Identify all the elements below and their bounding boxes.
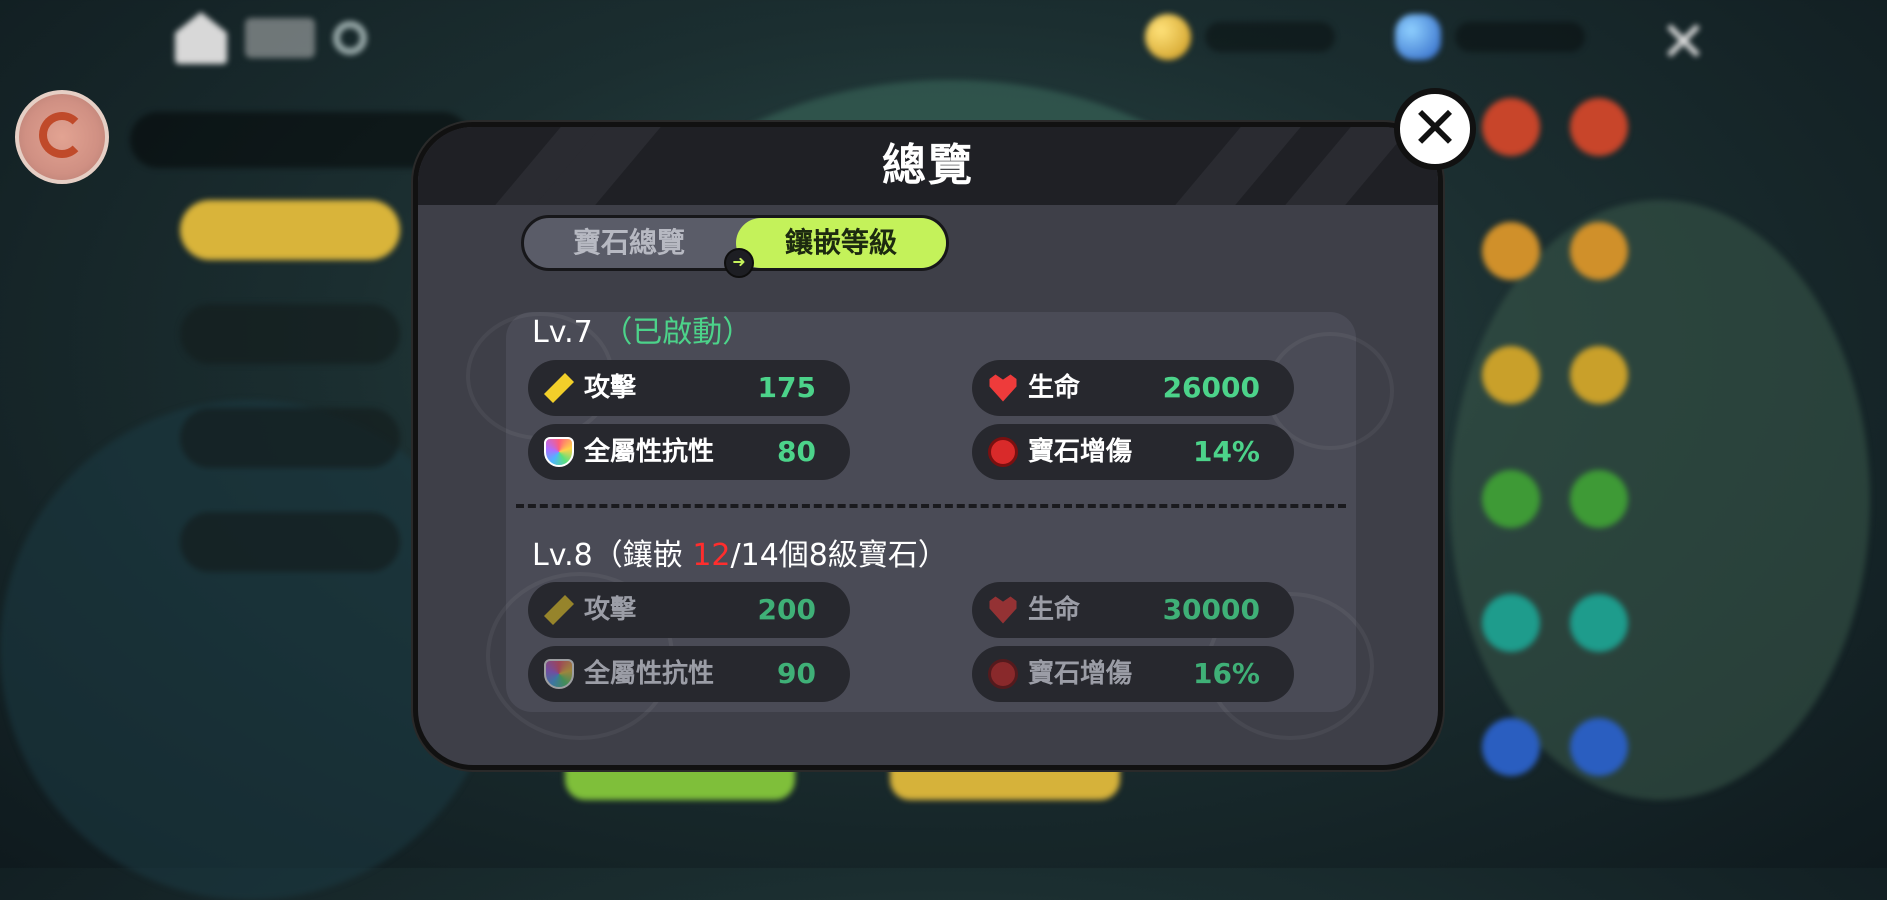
stat-value: 14% bbox=[1192, 435, 1260, 468]
stat-name: 生命 bbox=[1028, 373, 1081, 403]
stat-attack-lv7: 攻擊 175 bbox=[528, 360, 850, 416]
avatar-button[interactable] bbox=[15, 90, 109, 184]
shield-icon bbox=[544, 659, 574, 689]
stat-name: 攻擊 bbox=[584, 373, 637, 403]
left-tab bbox=[180, 200, 400, 260]
stat-hp-lv7: 生命 26000 bbox=[972, 360, 1294, 416]
heart-icon bbox=[989, 596, 1017, 624]
home-icon bbox=[175, 12, 227, 64]
gem-damage-icon bbox=[988, 659, 1018, 689]
stat-value: 30000 bbox=[1162, 593, 1260, 626]
level-8-progress-current: 12 bbox=[692, 538, 731, 573]
diamond-icon bbox=[1395, 14, 1441, 60]
left-tab bbox=[180, 512, 400, 572]
stat-name: 寶石增傷 bbox=[1028, 437, 1133, 467]
heart-icon bbox=[989, 374, 1017, 402]
modal-header: 總覽 bbox=[418, 127, 1438, 205]
level-8-progress-suffix: /14個8級寶石） bbox=[730, 538, 948, 573]
sword-icon bbox=[544, 595, 574, 625]
overview-modal: 總覽 寶石總覽 鑲嵌等級 ➜ Lv.7 （已啟動） 攻擊 175 生命 2600… bbox=[413, 122, 1443, 770]
level-7-status: （已啟動） bbox=[602, 315, 753, 350]
shield-icon bbox=[544, 437, 574, 467]
toggle-arrow-icon: ➜ bbox=[724, 248, 754, 278]
modal-title: 總覽 bbox=[882, 140, 974, 191]
stat-value: 200 bbox=[757, 593, 816, 626]
stat-value: 90 bbox=[777, 657, 816, 690]
stat-value: 26000 bbox=[1162, 371, 1260, 404]
stat-value: 16% bbox=[1192, 657, 1260, 690]
stat-name: 全屬性抗性 bbox=[584, 659, 715, 689]
diamond-value bbox=[1455, 22, 1585, 52]
stat-name: 生命 bbox=[1028, 595, 1081, 625]
gold-value bbox=[1205, 22, 1335, 52]
coin-icon bbox=[1145, 14, 1191, 60]
gem-slot-column bbox=[1440, 98, 1670, 842]
tab-inlay-level[interactable]: 鑲嵌等級 bbox=[736, 218, 946, 268]
sword-icon bbox=[544, 373, 574, 403]
stat-name: 攻擊 bbox=[584, 595, 637, 625]
divider bbox=[516, 504, 1346, 508]
background-close-icon: ✕ bbox=[1660, 10, 1707, 75]
gold-currency bbox=[1145, 14, 1335, 60]
stat-value: 175 bbox=[757, 371, 816, 404]
left-tab bbox=[180, 408, 400, 468]
stat-hp-lv8: 生命 30000 bbox=[972, 582, 1294, 638]
home-area bbox=[175, 12, 367, 64]
stat-name: 寶石增傷 bbox=[1028, 659, 1133, 689]
gear-icon bbox=[333, 21, 367, 55]
stat-gem-damage-lv7: 寶石增傷 14% bbox=[972, 424, 1294, 480]
stat-attack-lv8: 攻擊 200 bbox=[528, 582, 850, 638]
stat-resist-lv7: 全屬性抗性 80 bbox=[528, 424, 850, 480]
stat-name: 全屬性抗性 bbox=[584, 437, 715, 467]
level-7-label: Lv.7 bbox=[532, 315, 593, 350]
level-7-title: Lv.7 （已啟動） bbox=[532, 307, 752, 351]
close-button[interactable]: ✕ bbox=[1394, 88, 1476, 170]
level-8-title: Lv.8（鑲嵌 12/14個8級寶石） bbox=[532, 530, 948, 574]
tab-gem-overview[interactable]: 寶石總覽 bbox=[524, 218, 734, 268]
stat-value: 80 bbox=[777, 435, 816, 468]
left-tab bbox=[180, 304, 400, 364]
level-stats-panel: Lv.7 （已啟動） 攻擊 175 生命 26000 全屬性抗性 80 寶石增傷… bbox=[466, 312, 1394, 740]
close-icon: ✕ bbox=[1410, 94, 1460, 162]
level-8-label: Lv.8 bbox=[532, 538, 593, 573]
gem-damage-icon bbox=[988, 437, 1018, 467]
diamond-currency bbox=[1395, 14, 1585, 60]
stat-resist-lv8: 全屬性抗性 90 bbox=[528, 646, 850, 702]
stat-gem-damage-lv8: 寶石增傷 16% bbox=[972, 646, 1294, 702]
level-8-progress-prefix: （鑲嵌 bbox=[592, 538, 693, 573]
dragon-icon bbox=[39, 112, 85, 158]
left-tab-list bbox=[180, 200, 400, 616]
tab-bar: 寶石總覽 鑲嵌等級 ➜ bbox=[521, 215, 949, 278]
